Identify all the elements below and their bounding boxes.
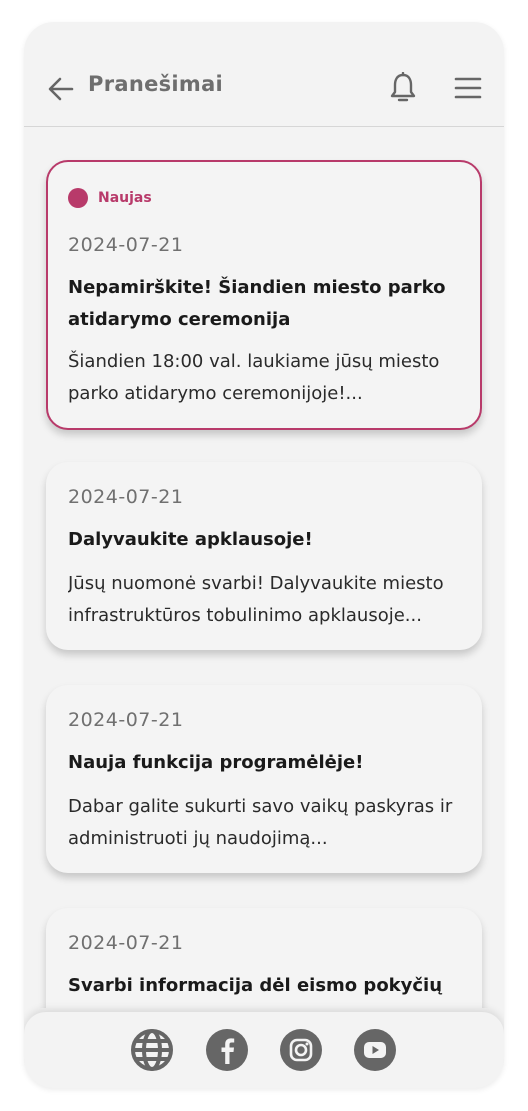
notifications-button[interactable] xyxy=(388,71,418,104)
instagram-link[interactable] xyxy=(279,1028,323,1072)
phone-frame: Pranešimai Naujas 2024-07-21 Nepamirškit… xyxy=(24,22,504,1088)
bell-icon xyxy=(390,71,416,102)
youtube-icon xyxy=(354,1029,396,1071)
new-dot-icon xyxy=(68,188,88,208)
facebook-icon xyxy=(206,1029,248,1071)
back-button[interactable] xyxy=(48,76,74,102)
notification-card[interactable]: 2024-07-21 Svarbi informacija dėl eismo … xyxy=(46,908,482,1008)
notification-body: Jūsų nuomonė svarbi! Dalyvaukite miesto … xyxy=(68,573,444,626)
notification-title: Dalyvaukite apklausoje! xyxy=(68,529,313,550)
website-link[interactable] xyxy=(130,1028,174,1072)
globe-icon xyxy=(131,1029,173,1071)
facebook-link[interactable] xyxy=(205,1028,249,1072)
notification-date: 2024-07-21 xyxy=(68,932,184,954)
page-title: Pranešimai xyxy=(88,72,224,96)
notification-date: 2024-07-21 xyxy=(68,709,184,731)
app-header: Pranešimai xyxy=(24,22,504,127)
hamburger-menu-icon xyxy=(454,77,482,99)
new-badge: Naujas xyxy=(68,188,152,208)
notification-card-new[interactable]: Naujas 2024-07-21 Nepamirškite! Šiandien… xyxy=(46,160,482,430)
youtube-link[interactable] xyxy=(353,1028,397,1072)
notification-date: 2024-07-21 xyxy=(68,234,184,256)
notification-body: Šiandien 18:00 val. laukiame jūsų miesto… xyxy=(68,351,440,404)
notification-title: Nauja funkcija programėlėje! xyxy=(68,752,364,773)
notification-body: Dabar galite sukurti savo vaikų paskyras… xyxy=(68,796,453,849)
notification-card[interactable]: 2024-07-21 Dalyvaukite apklausoje! Jūsų … xyxy=(46,462,482,650)
notification-date: 2024-07-21 xyxy=(68,486,184,508)
notification-title: Nepamirškite! Šiandien miesto parko atid… xyxy=(68,277,446,330)
arrow-left-icon xyxy=(48,77,74,101)
notification-list: Naujas 2024-07-21 Nepamirškite! Šiandien… xyxy=(24,128,504,1008)
notification-title: Svarbi informacija dėl eismo pokyčių xyxy=(68,975,443,996)
social-footer xyxy=(24,1012,504,1088)
instagram-icon xyxy=(280,1029,322,1071)
notification-card[interactable]: 2024-07-21 Nauja funkcija programėlėje! … xyxy=(46,685,482,873)
new-badge-label: Naujas xyxy=(98,190,152,206)
menu-button[interactable] xyxy=(454,76,482,100)
